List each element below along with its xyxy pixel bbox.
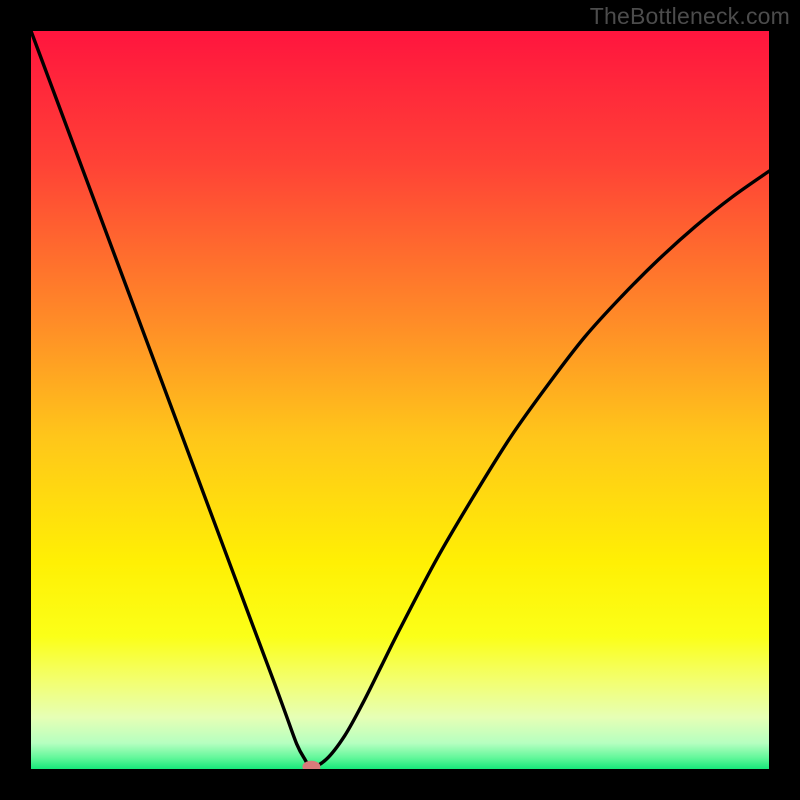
watermark-text: TheBottleneck.com — [590, 3, 790, 30]
chart-frame: TheBottleneck.com — [0, 0, 800, 800]
gradient-background — [31, 31, 769, 769]
bottleneck-chart — [31, 31, 769, 769]
plot-area — [31, 31, 769, 769]
